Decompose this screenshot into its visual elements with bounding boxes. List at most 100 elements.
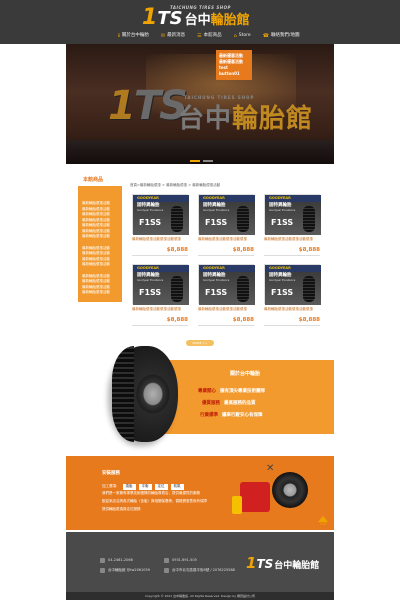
footer-logo-mark: 1 xyxy=(246,554,257,572)
hero-pager-dot[interactable] xyxy=(203,160,213,162)
product-brand: GOODYEAR xyxy=(137,265,159,270)
footer-phone[interactable]: 04-2461-2066 xyxy=(100,558,133,563)
service-option-button[interactable]: 氮氣 xyxy=(170,484,184,490)
product-image[interactable]: GOODYEAR 固特異輪胎 Goodyear Excellence F1SS xyxy=(132,194,189,235)
about-line: 優質服務 最高服務的品質 xyxy=(202,401,256,407)
product-name[interactable]: 最新輪胎優惠活動優惠活動優惠 xyxy=(264,307,320,312)
footer-fax-text: 0931-691-505 xyxy=(172,557,197,562)
product-model: F1SS xyxy=(271,218,294,227)
hero-pager xyxy=(190,160,213,162)
breadcrumb[interactable]: 首頁>最新輪胎優惠 > 最新輪胎優惠 > 最新輪胎優惠活動 xyxy=(130,183,220,188)
product-brand-cn: 固特異輪胎 xyxy=(137,273,160,278)
product-brand-sub: Goodyear Excellence xyxy=(137,209,164,212)
product-brand-sub: Goodyear Excellence xyxy=(137,279,164,282)
divider xyxy=(264,325,320,326)
product-price: $8,888 xyxy=(232,316,254,323)
nav-products[interactable]: ☰ 本館商品 xyxy=(197,34,221,39)
footer-fax[interactable]: 0931-691-505 xyxy=(164,558,197,563)
service-options-label: 加工選項： xyxy=(102,484,120,488)
promo-box[interactable]: 最新優惠活動 最新優惠活動 test button01 xyxy=(216,50,252,80)
list-icon: ☰ xyxy=(197,33,202,39)
product-card[interactable]: GOODYEAR 固特異輪胎 Goodyear Excellence F1SS 最新輪胎… xyxy=(198,264,255,328)
toolbox-image xyxy=(240,482,270,512)
service-section: 安裝服務 加工選項： 換胎 平衡 定位 氮氣 我們是一家擁有專業技術團隊的輪胎專… xyxy=(66,456,334,530)
product-name[interactable]: 最新輪胎優惠活動優惠活動優惠 xyxy=(198,307,254,312)
product-name[interactable]: 最新輪胎優惠活動優惠活動優惠 xyxy=(132,237,188,242)
service-option-button[interactable]: 定位 xyxy=(154,484,168,490)
sidebar-title: 本館商品 xyxy=(83,177,104,183)
tyre-image xyxy=(237,206,249,232)
service-title: 安裝服務 xyxy=(102,471,120,476)
nav-label: 聯絡我們/地圖 xyxy=(270,33,300,39)
chat-icon xyxy=(100,568,105,573)
footer-line[interactable]: 台中輪胎館 @tw2061059 xyxy=(100,568,150,573)
mail-icon: ✉ xyxy=(160,33,166,39)
more-button[interactable]: MORE >> xyxy=(186,340,214,346)
phone-icon xyxy=(100,558,105,563)
hero-sign-subtitle: TAICHUNG TIRES SHOP xyxy=(184,95,255,100)
product-sidebar: 本館商品 最新輪胎優惠活動 最新輪胎優惠活動 最新輪胎優惠活動 最新輪胎優惠活動… xyxy=(78,178,122,302)
divider xyxy=(264,255,320,256)
fax-icon xyxy=(164,558,169,563)
product-brand-sub: Goodyear Excellence xyxy=(203,279,230,282)
home-icon: ⌂ xyxy=(233,33,237,39)
footer-logo[interactable]: 1 TS 台中輪胎館 xyxy=(246,556,319,571)
product-card[interactable]: GOODYEAR 固特異輪胎 Goodyear Excellence F1SS 最新輪胎… xyxy=(264,194,321,258)
sidebar-item[interactable]: 最新輪胎優惠活動 xyxy=(82,290,119,297)
product-price: $8,888 xyxy=(298,316,320,323)
hero-banner[interactable]: 1TS 台中輪胎館 TAICHUNG TIRES SHOP xyxy=(66,44,334,164)
site-logo[interactable]: 1 TS 台中 輪胎館 xyxy=(142,7,250,29)
service-text: 提供輪胎更換與定位服務 xyxy=(102,507,141,511)
back-to-top-button[interactable]: TOP xyxy=(316,516,330,530)
product-name[interactable]: 最新輪胎優惠活動優惠活動優惠 xyxy=(198,237,254,242)
product-price: $8,888 xyxy=(298,246,320,253)
product-brand: GOODYEAR xyxy=(203,265,225,270)
hero-sign-cn: 台中 xyxy=(178,104,233,134)
product-image[interactable]: GOODYEAR 固特異輪胎 Goodyear Excellence F1SS xyxy=(264,194,321,235)
product-model: F1SS xyxy=(139,218,162,227)
product-model: F1SS xyxy=(205,288,228,297)
service-option-button[interactable]: 換胎 xyxy=(122,484,136,490)
product-model: F1SS xyxy=(205,218,228,227)
product-card[interactable]: GOODYEAR 固特異輪胎 Goodyear Excellence F1SS 最新輪胎… xyxy=(198,194,255,258)
tyre-tread xyxy=(112,346,134,442)
divider xyxy=(132,325,188,326)
about-line-text: 最高服務的品質 xyxy=(224,401,256,406)
product-image[interactable]: GOODYEAR 固特異輪胎 Goodyear Excellence F1SS xyxy=(264,264,321,305)
product-brand-sub: Goodyear Excellence xyxy=(269,209,296,212)
hero-pager-dot[interactable] xyxy=(190,160,200,162)
nav-store[interactable]: ⌂ Store xyxy=(234,34,251,39)
nav-about[interactable]: ℹ 關於台中輪胎 xyxy=(118,34,149,39)
hero-sign-logo: 1TS xyxy=(108,83,188,129)
product-image[interactable]: GOODYEAR 固特異輪胎 Goodyear Excellence F1SS xyxy=(132,264,189,305)
service-text: 歡迎來店洽詢各式輪胎（含胎）與相關保養等，價格實惠售後有保障 xyxy=(102,499,207,503)
nav-contact[interactable]: ☎ 聯絡我們/地圖 xyxy=(263,34,300,39)
footer-line-text: 台中輪胎館 @tw2061059 xyxy=(108,567,150,572)
main-nav: ℹ 關於台中輪胎 ✉ 最新消息 ☰ 本館商品 ⌂ Store ☎ 聯絡我們/地圖 xyxy=(118,34,299,39)
hero-sign-text: 台中輪胎館 xyxy=(178,106,313,132)
product-card[interactable]: GOODYEAR 固特異輪胎 Goodyear Excellence F1SS 最新輪胎… xyxy=(132,264,189,328)
footer-address[interactable]: 台中市北屯區路平街8號 / 2076225588 xyxy=(164,568,235,573)
product-image[interactable]: GOODYEAR 固特異輪胎 Goodyear Excellence F1SS xyxy=(198,264,255,305)
product-brand: GOODYEAR xyxy=(203,195,225,200)
product-name[interactable]: 最新輪胎優惠活動優惠活動優惠 xyxy=(264,237,320,242)
nav-news[interactable]: ✉ 最新消息 xyxy=(161,34,185,39)
about-title: 關於台中輪胎 xyxy=(230,371,261,377)
about-line: 行業標準 讓車行駛安心有保障 xyxy=(200,413,263,419)
site-footer: 04-2461-2066 0931-691-505 台中輪胎館 @tw20610… xyxy=(66,532,334,592)
product-brand: GOODYEAR xyxy=(137,195,159,200)
product-brand: GOODYEAR xyxy=(269,265,291,270)
product-card[interactable]: GOODYEAR 固特異輪胎 Goodyear Excellence F1SS 最新輪胎… xyxy=(132,194,189,258)
hero-sign-cn-accent: 輪胎館 xyxy=(232,104,314,134)
product-name[interactable]: 最新輪胎優惠活動優惠活動優惠 xyxy=(132,307,188,312)
oil-can-image xyxy=(232,496,242,514)
about-line-key: 專業開心 xyxy=(198,389,216,394)
about-line-key: 行業標準 xyxy=(200,413,218,418)
product-image[interactable]: GOODYEAR 固特異輪胎 Goodyear Excellence F1SS xyxy=(198,194,255,235)
service-option-button[interactable]: 平衡 xyxy=(138,484,152,490)
product-card[interactable]: GOODYEAR 固特異輪胎 Goodyear Excellence F1SS 最新輪胎… xyxy=(264,264,321,328)
divider xyxy=(198,325,254,326)
product-price: $8,888 xyxy=(232,246,254,253)
copyright: Copyright © 2021 台中輪胎館. All Rights Reser… xyxy=(66,592,334,600)
hero-sign-mark: 1 xyxy=(108,83,136,129)
